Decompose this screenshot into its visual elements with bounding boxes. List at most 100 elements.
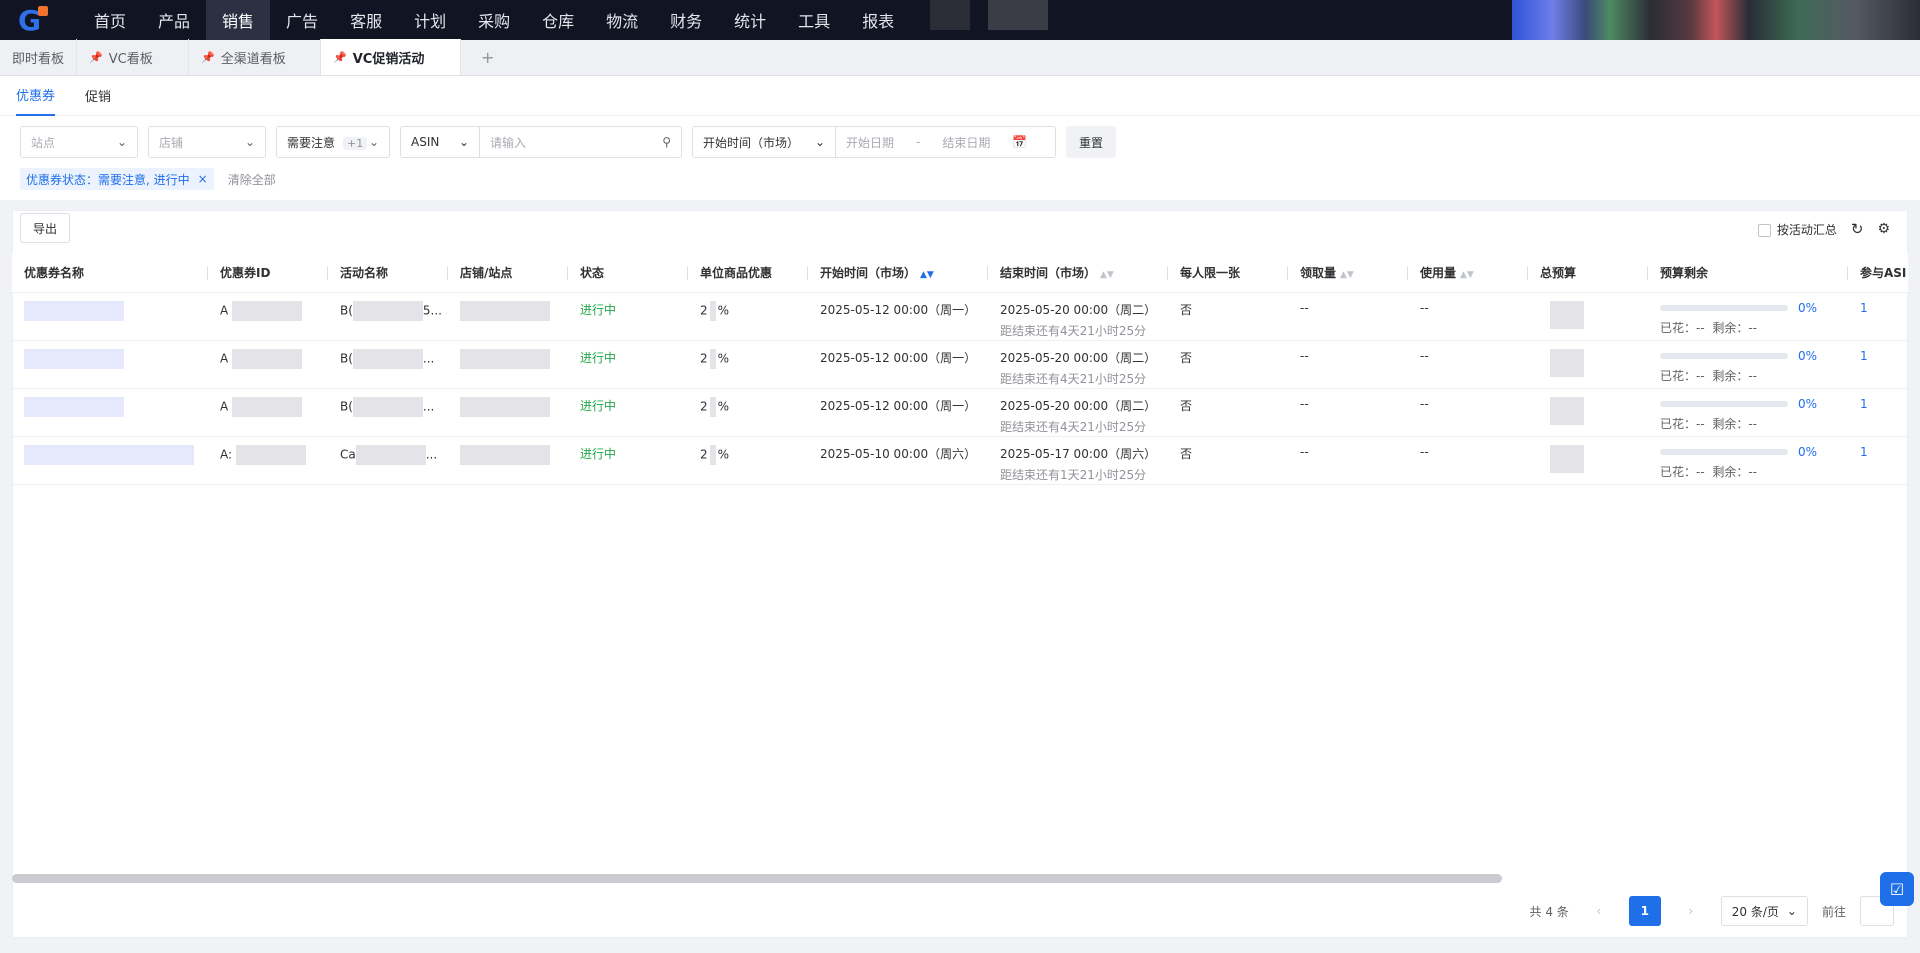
nav-item[interactable]: 产品 (142, 0, 206, 40)
site-select[interactable]: 站点 ⌄ (20, 126, 138, 158)
col-used[interactable]: 使用量 ▲▼ (1408, 254, 1528, 293)
site-placeholder: 站点 (31, 135, 56, 150)
horizontal-scrollbar[interactable] (12, 874, 1502, 883)
gear-icon[interactable]: ⚙ (1877, 221, 1890, 237)
tab-vc-promotion[interactable]: 📌 VC促销活动 (321, 39, 462, 75)
close-icon[interactable]: × (198, 172, 208, 186)
reset-button[interactable]: 重置 (1066, 126, 1117, 158)
budget-progress-bar (1660, 449, 1788, 455)
coupon-id-cell: A (208, 292, 328, 341)
asin-count-cell[interactable]: 1 (1848, 388, 1908, 437)
sort-icon[interactable]: ▲▼ (920, 270, 934, 280)
status-cell: 进行中 (568, 388, 688, 437)
header-label: 优惠券名称 (24, 266, 85, 281)
coupon-id-text: A: (220, 447, 233, 461)
asin-count-link[interactable]: 1 (1860, 301, 1868, 315)
tab-vc-board[interactable]: 📌 VC看板 (77, 39, 190, 75)
prev-page-button[interactable]: ‹ (1583, 896, 1615, 926)
pin-icon[interactable]: 📌 (333, 51, 347, 64)
more-count-badge: +1 (343, 136, 368, 150)
nav-item[interactable]: 物流 (590, 0, 654, 40)
filter-panel: 优惠券 促销 站点 ⌄ 店铺 ⌄ 需要注意 +1 ⌄ ASIN ⌄ 请输入 ⚲ 开始时间（市… (0, 76, 1920, 200)
redacted-campaign (352, 300, 423, 321)
nav-item[interactable]: 广告 (270, 0, 334, 40)
page-number[interactable]: 1 (1628, 896, 1661, 926)
asin-count-link[interactable]: 1 (1860, 397, 1868, 411)
nav-item[interactable]: 首页 (78, 0, 142, 40)
claimed-value: -- (1300, 348, 1309, 363)
col-start-time[interactable]: 开始时间（市场） ▲▼ (808, 254, 988, 293)
asin-type-select[interactable]: ASIN ⌄ (401, 127, 479, 157)
calendar-shortcut-button[interactable]: ☑ (1880, 872, 1914, 906)
nav-item[interactable]: 统计 (718, 0, 782, 40)
redacted-store (460, 444, 550, 465)
nav-item[interactable]: 工具 (782, 0, 846, 40)
used-cell: -- (1408, 292, 1528, 341)
add-tab-button[interactable]: + (461, 39, 514, 75)
export-button[interactable]: 导出 (20, 213, 71, 243)
coupon-name-cell[interactable] (12, 340, 208, 389)
campaign-text: B( (340, 351, 353, 365)
budget-percent: 0% (1798, 444, 1818, 459)
table-tools: 按活动汇总 ↻ ⚙ (1757, 220, 1890, 238)
nav-item[interactable]: 客服 (334, 0, 398, 40)
asin-count-cell[interactable]: 1 (1848, 292, 1908, 341)
end-time: 2025-05-20 00:00（周二） (1000, 302, 1157, 317)
col-end-time[interactable]: 结束时间（市场） ▲▼ (988, 254, 1168, 293)
header-label: 结束时间（市场） (1000, 266, 1097, 281)
start-time: 2025-05-10 00:00（周六） (820, 446, 977, 461)
sort-icon[interactable]: ▲▼ (1100, 270, 1114, 280)
page-size-select[interactable]: 20 条/页 ⌄ (1720, 896, 1808, 926)
col-store-site: 店铺/站点 (448, 254, 568, 293)
table-row[interactable]: A: Ca... 进行中 2% 2025-05-10 00:00（周六） 202… (12, 436, 1908, 485)
subtab-coupon[interactable]: 优惠券 (16, 76, 56, 116)
group-by-activity-checkbox[interactable]: 按活动汇总 (1757, 221, 1837, 238)
col-claimed[interactable]: 领取量 ▲▼ (1288, 254, 1408, 293)
search-icon[interactable]: ⚲ (662, 135, 671, 149)
app-logo[interactable]: G (0, 0, 78, 40)
coupon-name-cell[interactable] (12, 292, 208, 341)
chevron-down-icon: ⌄ (368, 135, 379, 149)
asin-input[interactable]: 请输入 ⚲ (479, 127, 681, 157)
chevron-down-icon: ⌄ (1786, 904, 1797, 918)
coupon-name-cell[interactable] (12, 388, 208, 437)
refresh-icon[interactable]: ↻ (1851, 220, 1864, 238)
nav-item[interactable]: 销售 (206, 0, 271, 40)
budget-percent: 0% (1798, 300, 1818, 315)
user-area[interactable] (1512, 0, 1920, 40)
asin-count-cell[interactable]: 1 (1848, 340, 1908, 389)
status-select[interactable]: 需要注意 +1 ⌄ (276, 126, 390, 158)
pin-icon[interactable]: 📌 (89, 51, 103, 64)
budget-percent: 0% (1798, 348, 1818, 363)
spent-value: 已花：-- (1660, 368, 1705, 383)
nav-item[interactable]: 仓库 (526, 0, 590, 40)
table-row[interactable]: A B(... 进行中 2% 2025-05-12 00:00（周一） 2025… (12, 340, 1908, 389)
nav-item[interactable]: 计划 (398, 0, 462, 40)
asin-count-link[interactable]: 1 (1860, 349, 1868, 363)
asin-count-cell[interactable]: 1 (1848, 436, 1908, 485)
col-coupon-id: 优惠券ID (208, 254, 328, 293)
sort-icon[interactable]: ▲▼ (1460, 270, 1474, 280)
calendar-icon: 📅 (1012, 135, 1028, 149)
clear-all-link[interactable]: 清除全部 (228, 171, 276, 188)
next-page-button[interactable]: › (1675, 896, 1707, 926)
nav-item[interactable]: 财务 (654, 0, 718, 40)
subtab-promotion[interactable]: 促销 (85, 76, 111, 116)
coupon-id-text: A (220, 351, 229, 365)
date-range-input[interactable]: 开始日期 - 结束日期 📅 (835, 127, 1055, 157)
date-type-select[interactable]: 开始时间（市场） ⌄ (693, 127, 835, 157)
sort-icon[interactable]: ▲▼ (1340, 270, 1354, 280)
nav-item[interactable]: 报表 (846, 0, 910, 40)
claimed-value: -- (1300, 444, 1309, 459)
table-row[interactable]: A B(5... 进行中 2% 2025-05-12 00:00（周一） 202… (12, 292, 1908, 341)
store-select[interactable]: 店铺 ⌄ (148, 126, 266, 158)
coupon-name-cell[interactable] (12, 436, 208, 485)
asin-count-link[interactable]: 1 (1860, 445, 1868, 459)
budget-remaining-cell: 0% 已花：-- 剩余：-- (1648, 340, 1848, 389)
pin-icon[interactable]: 📌 (201, 51, 215, 64)
tab-omnichannel-board[interactable]: 📌 全渠道看板 (189, 39, 322, 75)
nav-item[interactable]: 采购 (462, 0, 526, 40)
tab-realtime-board[interactable]: 即时看板 (0, 39, 78, 75)
redacted-discount (709, 444, 716, 465)
table-row[interactable]: A B(... 进行中 2% 2025-05-12 00:00（周一） 2025… (12, 388, 1908, 437)
